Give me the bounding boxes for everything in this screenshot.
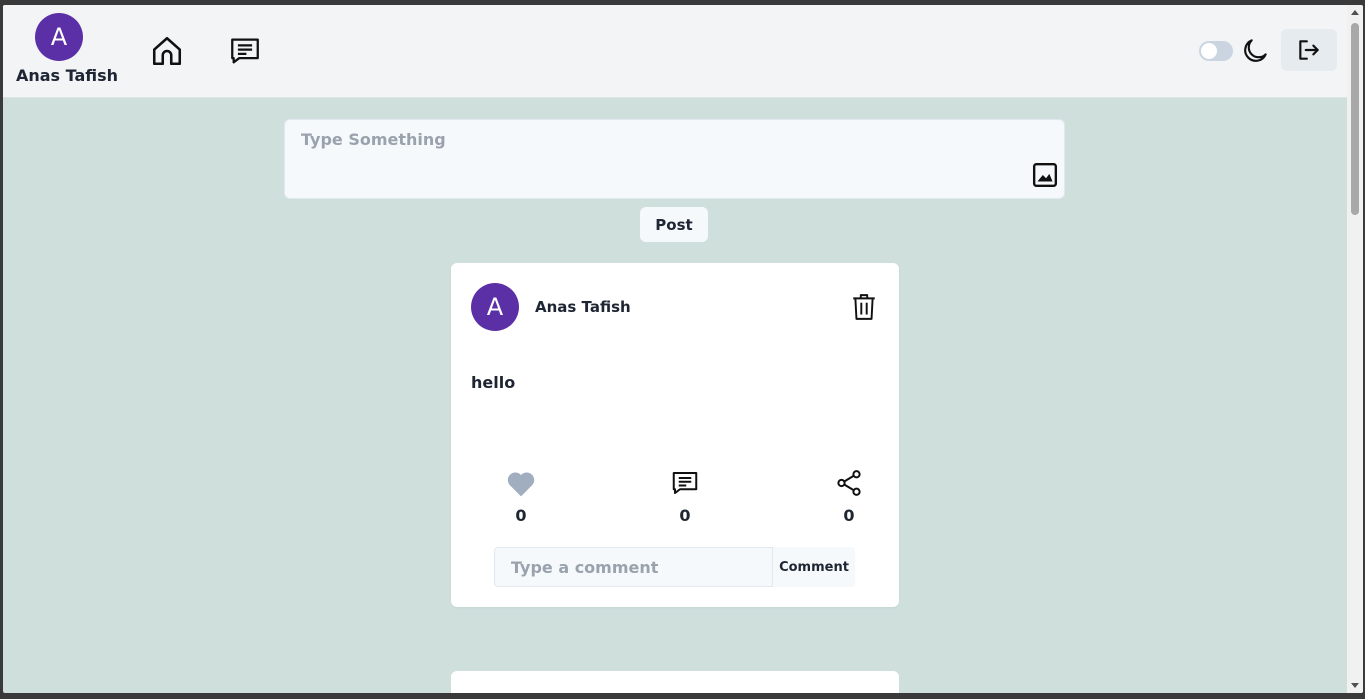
post-input[interactable] (301, 130, 1001, 149)
scroll-up-arrow[interactable] (1351, 10, 1359, 15)
share-action[interactable]: 0 (829, 468, 869, 525)
comment-input[interactable] (494, 547, 773, 587)
app-window: A Anas Tafish Type Something Post A Anas… (3, 5, 1363, 693)
moon-icon[interactable] (1239, 35, 1271, 67)
comment-form: Comment (494, 547, 855, 587)
like-action[interactable]: 0 (501, 468, 541, 525)
post-button[interactable]: Post (640, 207, 708, 242)
like-count: 0 (515, 506, 527, 525)
comment-count: 0 (679, 506, 691, 525)
post-text: hello (471, 373, 516, 392)
top-navbar: A Anas Tafish (3, 5, 1347, 98)
post-composer (284, 119, 1065, 199)
post-card: A Anas Tafish hello 0 0 0 Type a comment… (451, 263, 899, 607)
theme-toggle[interactable] (1199, 41, 1233, 61)
share-icon[interactable] (834, 468, 864, 498)
image-upload-icon[interactable] (1032, 162, 1058, 188)
post-author-name[interactable]: Anas Tafish (535, 298, 631, 316)
trash-icon[interactable] (851, 293, 877, 321)
user-name: Anas Tafish (15, 66, 119, 85)
scroll-thumb[interactable] (1351, 23, 1359, 215)
chat-icon[interactable] (227, 33, 263, 69)
logout-button[interactable] (1281, 29, 1337, 71)
home-icon[interactable] (149, 33, 185, 69)
share-count: 0 (843, 506, 855, 525)
scroll-down-arrow[interactable] (1351, 683, 1359, 688)
heart-icon[interactable] (505, 468, 537, 498)
post-author-avatar[interactable]: A (471, 283, 519, 331)
comment-button[interactable]: Comment (773, 547, 855, 587)
comment-icon[interactable] (670, 468, 700, 498)
scrollbar[interactable] (1347, 5, 1363, 693)
toggle-knob (1201, 43, 1217, 59)
comment-action[interactable]: 0 (665, 468, 705, 525)
user-avatar[interactable]: A (35, 13, 83, 61)
next-post-card (451, 671, 899, 693)
logout-icon (1299, 40, 1319, 60)
